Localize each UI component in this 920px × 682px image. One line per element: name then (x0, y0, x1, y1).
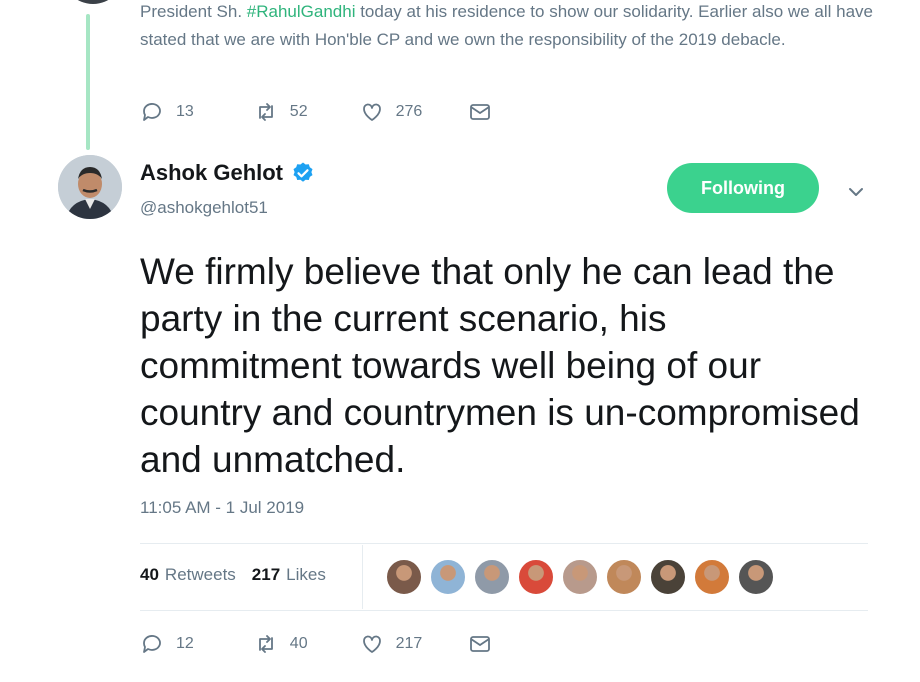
verified-badge-icon (293, 162, 313, 182)
retweet-icon (258, 635, 273, 653)
thread-connector-line (86, 14, 90, 150)
retweet-button[interactable]: 52 (254, 100, 308, 124)
liker-avatar-7[interactable] (649, 558, 687, 596)
liker-avatar-3[interactable] (473, 558, 511, 596)
liker-avatars (385, 558, 781, 596)
retweets-label: Retweets (164, 565, 236, 584)
like-count: 276 (395, 103, 423, 120)
tweet-actions: 12 40 217 (140, 632, 492, 656)
divider (140, 610, 868, 611)
liker-avatar-4[interactable] (517, 558, 555, 596)
reply-count: 12 (176, 635, 194, 652)
author-avatar[interactable] (58, 155, 122, 219)
stats-separator (362, 545, 363, 609)
liker-avatar-5[interactable] (561, 558, 599, 596)
following-button[interactable]: Following (667, 163, 819, 213)
reply-button[interactable]: 13 (140, 100, 194, 124)
engagement-stats: 40 Retweets 217 Likes (140, 565, 326, 585)
direct-message-button[interactable] (468, 632, 492, 656)
retweet-button[interactable]: 40 (254, 632, 308, 656)
liker-avatar-6[interactable] (605, 558, 643, 596)
retweet-count: 52 (289, 103, 308, 120)
retweet-count: 40 (289, 635, 308, 652)
previous-tweet-actions: 13 52 276 (140, 100, 492, 124)
previous-tweet-text: President Sh. #RahulGandhi today at his … (140, 0, 880, 54)
retweets-stat[interactable]: 40 Retweets (140, 565, 236, 585)
heart-icon (362, 635, 381, 653)
liker-avatar-1[interactable] (385, 558, 423, 596)
previous-author-avatar[interactable] (62, 0, 124, 4)
retweet-icon (258, 103, 273, 121)
tweet-timestamp[interactable]: 11:05 AM - 1 Jul 2019 (140, 498, 304, 518)
envelope-icon (470, 104, 491, 120)
like-button[interactable]: 276 (360, 100, 423, 124)
liker-avatar-9[interactable] (737, 558, 775, 596)
hashtag-link[interactable]: #RahulGandhi (247, 2, 356, 21)
reply-icon (143, 635, 161, 653)
likes-label: Likes (286, 565, 326, 584)
author-name-row: Ashok Gehlot (140, 160, 315, 186)
liker-avatar-2[interactable] (429, 558, 467, 596)
likes-stat[interactable]: 217 Likes (252, 565, 326, 585)
retweet-total: 40 (140, 565, 159, 584)
author-handle[interactable]: @ashokgehlot51 (140, 198, 268, 218)
chevron-down-icon[interactable] (844, 180, 868, 204)
envelope-icon (470, 636, 491, 652)
author-avatar-image (58, 155, 122, 219)
previous-tweet-text-before: President Sh. (140, 2, 247, 21)
like-count: 217 (395, 635, 423, 652)
like-total: 217 (251, 565, 281, 584)
tweet-text: We firmly believe that only he can lead … (140, 251, 860, 480)
reply-button[interactable]: 12 (140, 632, 194, 656)
divider (140, 543, 868, 544)
author-name[interactable]: Ashok Gehlot (140, 160, 283, 186)
like-button[interactable]: 217 (360, 632, 423, 656)
reply-count: 13 (176, 103, 194, 120)
heart-icon (362, 103, 381, 121)
reply-icon (143, 103, 161, 121)
liker-avatar-8[interactable] (693, 558, 731, 596)
direct-message-button[interactable] (468, 100, 492, 124)
